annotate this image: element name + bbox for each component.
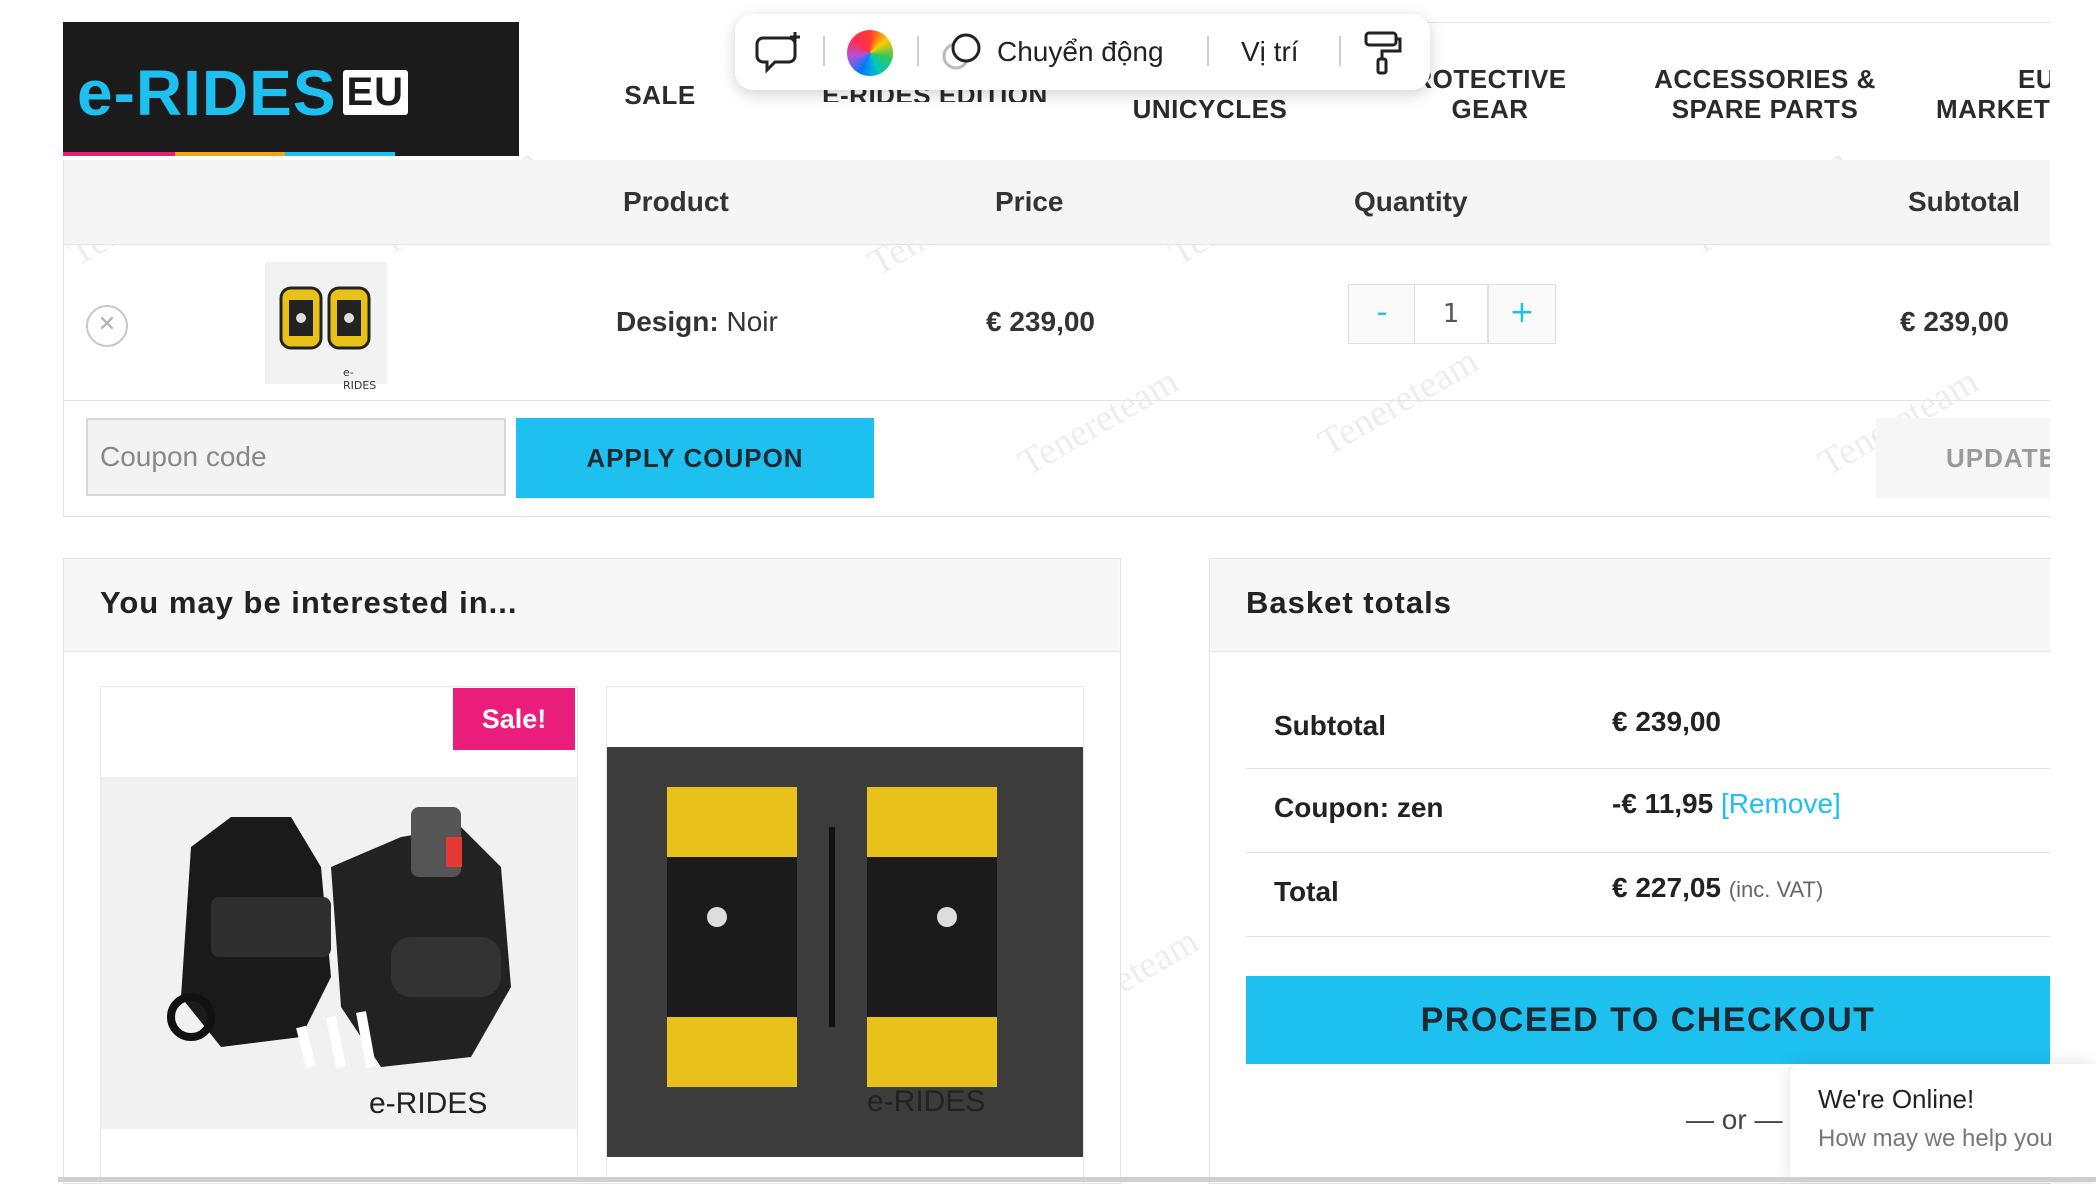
header-subtotal: Subtotal [1908, 186, 2020, 217]
totals-divider [1246, 768, 2050, 769]
total-vat-note: (inc. VAT) [1728, 877, 1824, 902]
totals-subtotal-value: € 239,00 [1612, 706, 1721, 737]
interested-header: You may be interested in... [64, 559, 1119, 652]
product-thumbnail[interactable]: e-RIDES [265, 262, 387, 392]
nav-item-line: SPARE PARTS [1671, 94, 1859, 124]
chat-title: We're Online! [1818, 1084, 1975, 1114]
logo-brand: e-RIDES [77, 57, 337, 129]
basket-totals-title: Basket totals [1246, 585, 1452, 620]
item-subtotal: € 239,00 [1900, 306, 2009, 337]
nav-item-line: ROTECTIVE [1413, 64, 1567, 94]
coupon-discount: -€ 11,95 [1612, 788, 1714, 819]
thumbnail-brand: e-RIDES [343, 366, 377, 392]
remove-item-icon[interactable]: ✕ [86, 305, 128, 347]
header-price: Price [995, 186, 1064, 217]
live-chat-widget[interactable]: We're Online! How may we help you [1790, 1064, 2096, 1182]
bottom-scrollbar[interactable] [58, 1177, 2096, 1182]
quantity-increase-button[interactable]: + [1488, 284, 1556, 344]
totals-divider [1246, 852, 2050, 853]
toolbar-separator [1207, 36, 1209, 66]
total-amount: € 227,05 [1612, 872, 1721, 903]
update-basket-button[interactable]: UPDATE [1876, 418, 2050, 498]
logo-stripe-blue [285, 152, 395, 156]
card-brand: e-RIDES [867, 1085, 986, 1118]
or-separator: — or — [1686, 1104, 1783, 1135]
paint-roller-icon[interactable] [1363, 30, 1403, 80]
logo-region: EU [342, 70, 409, 115]
toolbar-separator [1339, 36, 1341, 66]
gloves-image [101, 777, 577, 1129]
logo-stripe-pink [63, 152, 175, 156]
totals-divider [1246, 936, 2050, 937]
color-picker-icon[interactable] [847, 30, 893, 76]
sale-badge: Sale! [453, 688, 575, 750]
interested-title: You may be interested in... [100, 585, 518, 620]
totals-total-value: € 227,05 (inc. VAT) [1612, 872, 1823, 904]
position-label[interactable]: Vị trí [1241, 36, 1299, 68]
nav-item-accessories[interactable]: ACCESSORIES & SPARE PARTS [1640, 64, 1890, 124]
item-price: € 239,00 [986, 306, 1095, 337]
logo-text: e-RIDES EU [77, 56, 409, 130]
nav-item-line: EU [2018, 64, 2050, 94]
nav-item-line: GEAR [1451, 94, 1529, 124]
nav-item-sale[interactable]: SALE [610, 80, 710, 110]
totals-coupon-value: -€ 11,95 [Remove] [1612, 788, 1841, 820]
motion-icon[interactable] [940, 32, 984, 76]
product-card-pedals[interactable]: e-RIDES [606, 686, 1084, 1184]
quantity-decrease-button[interactable]: - [1348, 284, 1416, 344]
toolbar-separator [823, 36, 825, 66]
totals-total-label: Total [1274, 876, 1339, 907]
toolbar-separator [917, 36, 919, 66]
design-value: Noir [726, 306, 778, 337]
chat-subtitle: How may we help you [1818, 1125, 2053, 1152]
product-variant: Design: Noir [616, 306, 778, 338]
quantity-input[interactable]: 1 [1414, 284, 1488, 344]
basket-totals-header: Basket totals [1210, 559, 2050, 652]
motion-label[interactable]: Chuyển động [997, 36, 1164, 68]
row-divider [64, 244, 2050, 245]
header-quantity: Quantity [1354, 186, 1468, 217]
nav-item-eu-market[interactable]: EU MARKET [1930, 64, 2050, 124]
header-product: Product [623, 186, 729, 217]
add-comment-icon[interactable] [755, 30, 805, 80]
remove-coupon-link[interactable]: [Remove] [1721, 788, 1841, 819]
row-divider [64, 400, 2050, 401]
site-logo[interactable]: e-RIDES EU [63, 22, 519, 156]
proceed-to-checkout-button[interactable]: PROCEED TO CHECKOUT [1246, 976, 2050, 1064]
nav-item-protective-gear[interactable]: ROTECTIVE GEAR [1410, 64, 1570, 124]
product-card-gloves[interactable]: e-RIDES [100, 686, 578, 1184]
totals-subtotal-label: Subtotal [1274, 710, 1386, 741]
floating-toolbar: Chuyển động Vị trí [735, 14, 1430, 90]
nav-item-unicycles[interactable]: UNICYCLES [1110, 94, 1310, 124]
card-brand: e-RIDES [369, 1087, 488, 1120]
logo-stripe-orange [175, 152, 285, 156]
coupon-code-input[interactable]: Coupon code [86, 418, 506, 496]
pedals-image [607, 747, 1083, 1157]
totals-coupon-label: Coupon: zen [1274, 792, 1444, 823]
nav-item-line: ACCESSORIES & [1654, 64, 1876, 94]
design-label: Design: [616, 306, 719, 337]
nav-item-line: MARKET [1936, 94, 2050, 124]
apply-coupon-button[interactable]: APPLY COUPON [516, 418, 874, 498]
